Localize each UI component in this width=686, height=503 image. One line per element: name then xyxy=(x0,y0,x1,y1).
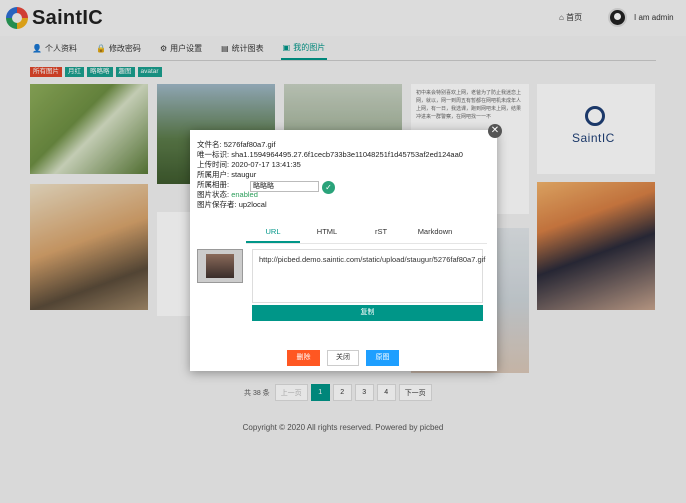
info-uid: 唯一标识: sha1.1594964495.27.6f1cecb733b3e11… xyxy=(197,150,463,159)
close-button[interactable]: 关闭 xyxy=(327,350,359,366)
info-upload-time: 上传时间: 2020-07-17 13:41:35 xyxy=(197,160,301,169)
original-image-button[interactable]: 原图 xyxy=(366,350,399,366)
tab-rst[interactable]: rST xyxy=(354,224,408,243)
info-filename: 文件名: 5276faf80a7.gif xyxy=(197,140,276,149)
link-tabs: URL HTML rST Markdown xyxy=(246,224,487,244)
image-info: 文件名: 5276faf80a7.gif 唯一标识: sha1.15949644… xyxy=(197,140,463,210)
tab-html[interactable]: HTML xyxy=(300,224,354,243)
info-owner: 所属用户: staugur xyxy=(197,170,257,179)
image-preview xyxy=(197,249,243,283)
delete-button[interactable]: 删除 xyxy=(287,350,320,366)
link-textarea[interactable]: http://picbed.demo.saintic.com/static/up… xyxy=(252,249,485,303)
check-icon[interactable]: ✓ xyxy=(322,181,335,194)
copy-button[interactable]: 复制 xyxy=(252,305,483,321)
tab-markdown[interactable]: Markdown xyxy=(408,224,462,243)
info-saver: 图片保存者: up2local xyxy=(197,200,267,209)
album-input[interactable]: 略略略 xyxy=(250,181,319,192)
tab-url[interactable]: URL xyxy=(246,224,300,243)
close-icon[interactable]: ✕ xyxy=(488,124,502,138)
